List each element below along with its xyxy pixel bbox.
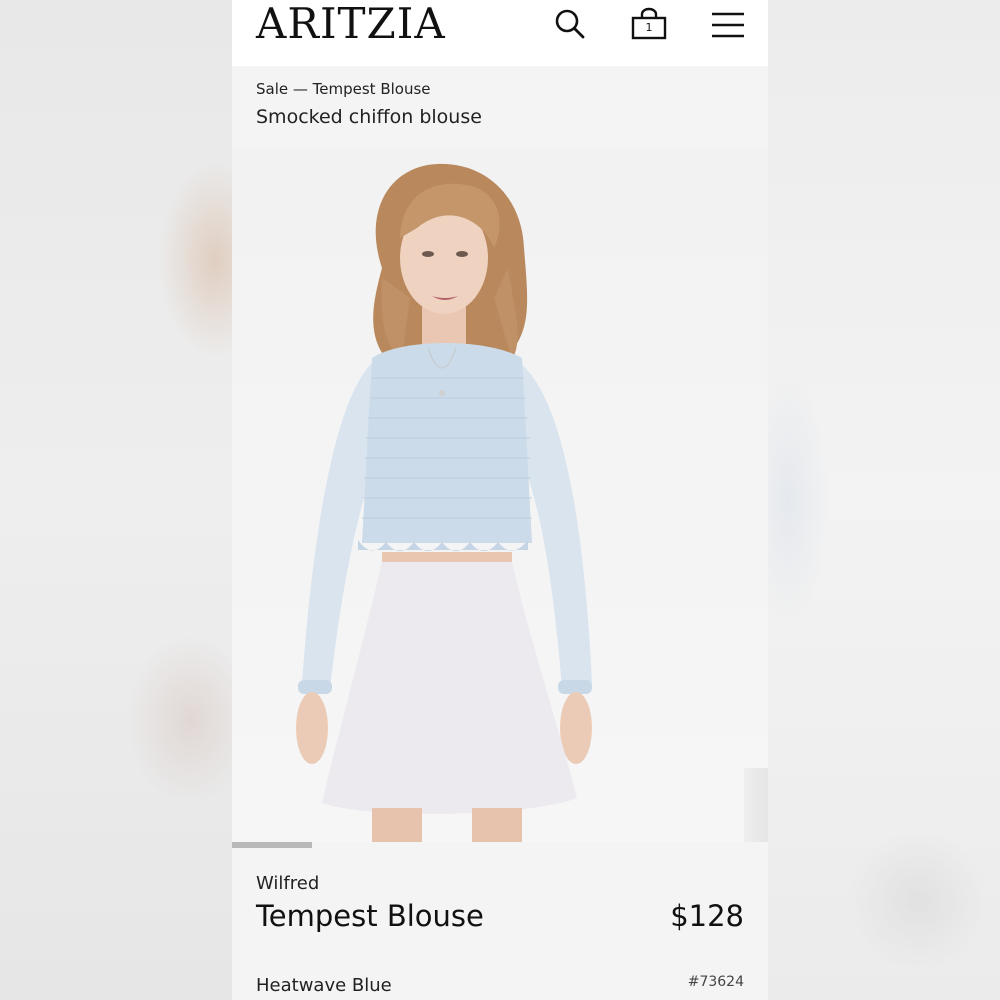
product-photo — [296, 163, 592, 848]
gallery-progress-indicator — [232, 842, 313, 848]
product-subtitle: Smocked chiffon blouse — [256, 106, 482, 128]
shopping-bag-icon[interactable]: 1 — [631, 6, 667, 42]
blurred-background-right — [768, 0, 1000, 1000]
mobile-product-page: ARITZIA 1 Sale — Tempest Blouse Smocked … — [232, 0, 768, 1000]
product-image-gallery[interactable] — [232, 148, 768, 848]
product-brand[interactable]: Wilfred — [256, 873, 319, 894]
breadcrumb[interactable]: Sale — Tempest Blouse — [256, 80, 431, 98]
product-color: Heatwave Blue — [256, 975, 392, 996]
site-header: ARITZIA 1 — [232, 0, 768, 66]
product-price: $128 — [670, 899, 744, 933]
product-sku: #73624 — [687, 974, 744, 990]
gallery-progress-bar — [232, 842, 768, 848]
hamburger-menu-icon[interactable] — [710, 6, 746, 42]
aritzia-logo[interactable]: ARITZIA — [256, 0, 446, 48]
next-image-peek[interactable] — [744, 768, 768, 848]
blurred-background-left — [0, 0, 232, 1000]
bag-count-badge: 1 — [645, 21, 653, 34]
search-icon[interactable] — [552, 6, 588, 42]
product-name: Tempest Blouse — [256, 899, 484, 933]
